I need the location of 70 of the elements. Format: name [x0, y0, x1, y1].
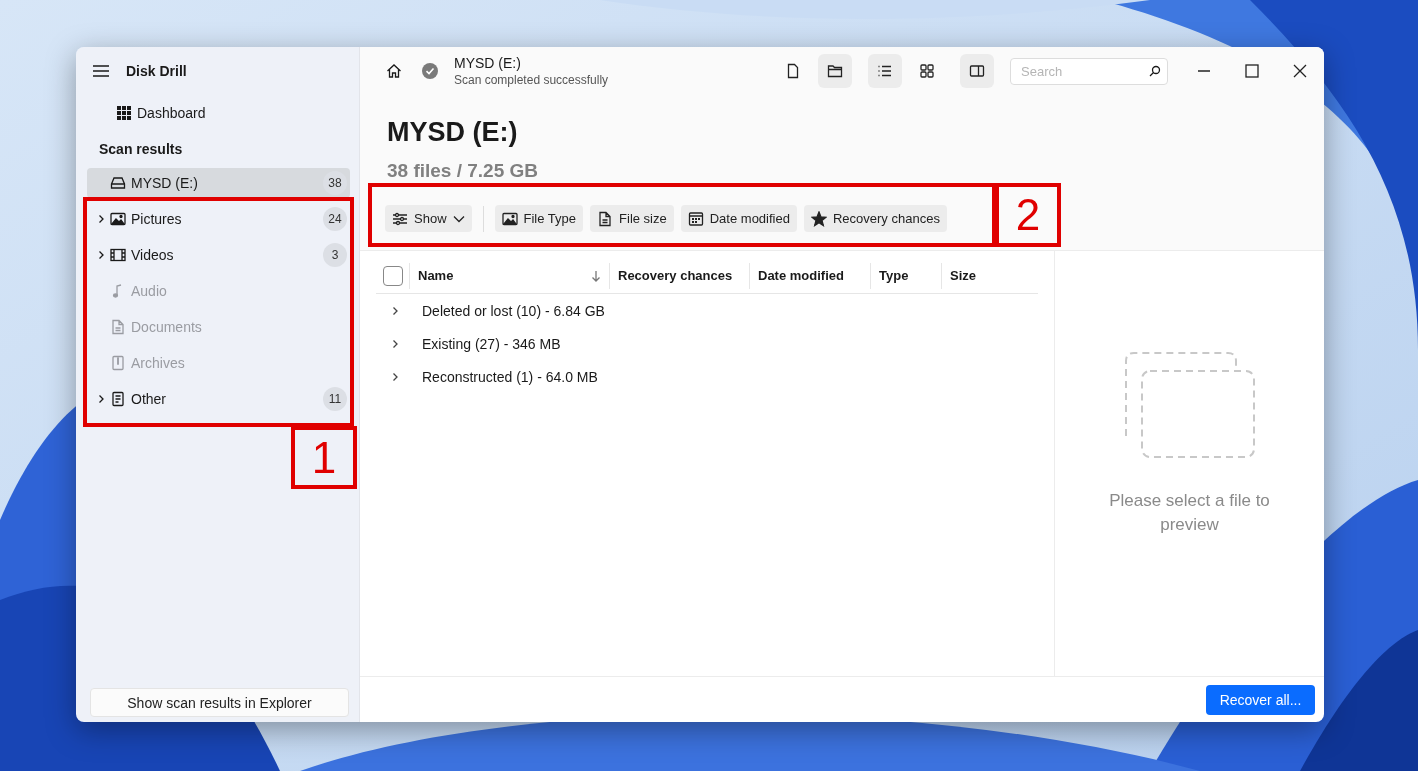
group-row[interactable]: Deleted or lost (10) - 6.84 GB — [376, 294, 1038, 327]
chevron-icon — [391, 338, 399, 349]
home-icon — [386, 63, 402, 79]
menu-icon — [93, 64, 109, 78]
panel-icon — [969, 63, 985, 79]
drive-title: MYSD (E:) — [387, 117, 519, 148]
filter-button[interactable]: Show — [385, 205, 472, 232]
recover-all-button[interactable]: Recover all... — [1206, 684, 1315, 715]
count-badge: 11 — [323, 387, 347, 411]
count-badge: 24 — [323, 207, 347, 231]
column-header[interactable]: Size — [941, 262, 1011, 289]
show-in-explorer-button[interactable]: Show scan results in Explorer — [90, 688, 349, 717]
picture-icon — [110, 211, 126, 227]
drive-icon — [110, 175, 126, 191]
empty-preview-icon — [1123, 350, 1256, 459]
chevron-icon — [391, 371, 399, 382]
view-button[interactable] — [960, 54, 994, 88]
view-button[interactable] — [868, 54, 902, 88]
maximize-icon — [1245, 64, 1259, 78]
chevron-icon — [97, 214, 105, 224]
column-header[interactable]: Name — [409, 262, 609, 289]
chevron-icon — [97, 394, 105, 404]
file-icon — [785, 63, 801, 79]
count-badge: 3 — [323, 243, 347, 267]
grid-icon — [116, 105, 132, 121]
dashboard-item[interactable]: Dashboard — [76, 95, 359, 131]
document-icon — [110, 319, 126, 335]
app-title: Disk Drill — [126, 63, 187, 79]
select-all-checkbox[interactable] — [383, 265, 403, 286]
archive-icon — [110, 355, 126, 371]
column-header[interactable]: Date modified — [749, 262, 870, 289]
annotation-number: 1 — [291, 426, 357, 489]
list-icon — [877, 63, 893, 79]
chevron-icon — [97, 250, 105, 260]
view-button[interactable] — [818, 54, 852, 88]
page-icon — [110, 391, 126, 407]
sidebar-item[interactable]: Other 11 — [87, 384, 350, 414]
column-header[interactable]: Recovery chances — [609, 262, 749, 289]
count-badge: 38 — [323, 171, 347, 195]
check-icon — [422, 63, 438, 79]
close-icon — [1293, 64, 1307, 78]
caret-icon — [452, 214, 465, 223]
sort-arrow-icon — [591, 269, 601, 282]
sidebar-item[interactable]: Videos 3 — [87, 240, 350, 270]
scan-status: Scan completed successfully — [454, 73, 609, 87]
filter-button[interactable]: Recovery chances — [803, 205, 947, 232]
sidebar-item[interactable]: Pictures 24 — [87, 204, 350, 234]
film-icon — [110, 247, 126, 263]
filter-button[interactable]: File size — [590, 205, 674, 232]
group-row[interactable]: Existing (27) - 346 MB — [376, 327, 1038, 360]
section-heading: Scan results — [98, 140, 184, 159]
filter-button[interactable]: File Type — [494, 205, 584, 232]
filter-button[interactable]: Date modified — [680, 205, 797, 232]
sidebar-item[interactable]: MYSD (E:) 38 — [87, 168, 350, 198]
search-field[interactable]: Search — [1010, 57, 1168, 85]
star-icon — [810, 210, 827, 227]
device-name: MYSD (E:) — [454, 55, 522, 71]
drive-summary: 38 files / 7.25 GB — [387, 160, 540, 182]
sliders-icon — [392, 210, 408, 227]
document-icon — [597, 210, 614, 227]
grid-icon — [919, 63, 935, 79]
folder-icon — [827, 63, 843, 79]
chevron-icon — [391, 305, 399, 316]
group-row[interactable]: Reconstructed (1) - 64.0 MB — [376, 360, 1038, 393]
preview-message: Please select a file to preview — [1108, 489, 1271, 536]
column-header[interactable]: Type — [870, 262, 941, 289]
search-icon — [1149, 64, 1161, 77]
picture-icon — [501, 210, 518, 227]
calendar-icon — [687, 210, 704, 227]
annotation-number: 2 — [995, 183, 1061, 247]
